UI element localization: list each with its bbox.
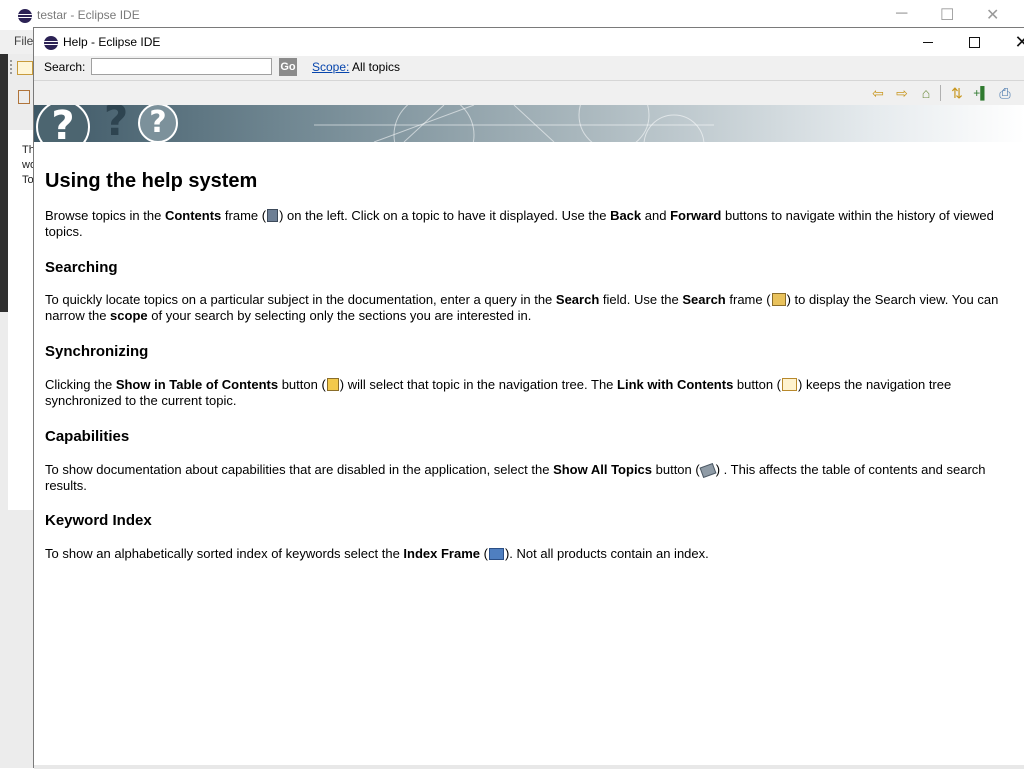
new-file-icon[interactable] (17, 61, 33, 75)
background-text-line: To (22, 174, 34, 186)
intro-paragraph: Browse topics in the Contents frame () o… (45, 208, 994, 239)
contents-frame-icon (267, 209, 279, 222)
keyword-index-heading: Keyword Index (45, 512, 152, 529)
synchronizing-heading: Synchronizing (45, 343, 149, 360)
menu-file[interactable]: File (14, 34, 33, 48)
forward-icon[interactable]: ⇨ (892, 83, 912, 103)
close-button[interactable]: ✕ (1002, 30, 1024, 54)
scope-link[interactable]: Scope: (312, 60, 349, 74)
maximize-button[interactable] (954, 30, 994, 54)
banner-decoration-icon (314, 105, 714, 142)
help-window-title: Help - Eclipse IDE (63, 35, 161, 49)
keyword-index-paragraph: To show an alphabetically sorted index o… (45, 546, 709, 561)
background-window-title: testar - Eclipse IDE (37, 8, 140, 22)
question-mark-icon: ? (103, 105, 129, 142)
link-with-contents-icon (782, 378, 798, 391)
background-close-button[interactable]: ✕ (986, 5, 999, 25)
search-input[interactable] (91, 58, 272, 75)
eclipse-logo-icon (18, 9, 32, 23)
show-all-topics-icon (699, 462, 717, 479)
help-content: Using the help system Browse topics in t… (45, 141, 1024, 561)
go-button[interactable]: Go (279, 58, 297, 76)
index-frame-icon (488, 548, 504, 560)
bookmark-icon[interactable]: +▌ (971, 83, 991, 103)
background-welcome-panel (8, 130, 33, 510)
back-icon[interactable]: ⇦ (868, 83, 888, 103)
toolbar-grip-icon (10, 60, 14, 74)
package-icon[interactable] (18, 90, 30, 104)
window-bottom-edge (34, 765, 1024, 769)
page-title: Using the help system (45, 170, 258, 192)
background-dark-strip (0, 54, 8, 312)
capabilities-paragraph: To show documentation about capabilities… (45, 462, 986, 493)
minimize-button[interactable] (908, 30, 948, 54)
background-minimize-button[interactable]: ─ (896, 5, 907, 23)
help-titlebar: Help - Eclipse IDE ✕ (34, 28, 1024, 56)
synchronizing-paragraph: Clicking the Show in Table of Contents b… (45, 377, 952, 408)
search-frame-icon (771, 293, 786, 306)
background-titlebar: testar - Eclipse IDE ─ ☐ ✕ (0, 0, 1024, 30)
show-in-toc-icon (326, 378, 339, 391)
help-toolbar: ⇦ ⇨ ⌂ ⇅ +▌ ⎙ (34, 80, 1024, 106)
toolbar-separator (940, 85, 941, 101)
searching-heading: Searching (45, 259, 118, 276)
home-icon[interactable]: ⌂ (916, 83, 936, 103)
question-mark-icon: ? (138, 105, 178, 142)
question-mark-icon: ? (36, 105, 90, 142)
capabilities-heading: Capabilities (45, 428, 130, 445)
search-label: Search: (44, 60, 86, 74)
help-window: Help - Eclipse IDE ✕ Search: Go Scope: A… (33, 27, 1024, 769)
help-banner: ? ? ? (34, 105, 1024, 142)
show-in-toc-icon[interactable]: ⇅ (947, 83, 967, 103)
search-bar: Search: Go Scope: All topics (34, 56, 1024, 80)
print-icon[interactable]: ⎙ (995, 83, 1015, 103)
searching-paragraph: To quickly locate topics on a particular… (45, 292, 999, 323)
background-maximize-button[interactable]: ☐ (940, 5, 954, 25)
scope-value: All topics (352, 60, 401, 74)
minimize-icon (923, 41, 933, 43)
maximize-icon (968, 36, 980, 48)
eclipse-logo-icon (44, 36, 58, 50)
